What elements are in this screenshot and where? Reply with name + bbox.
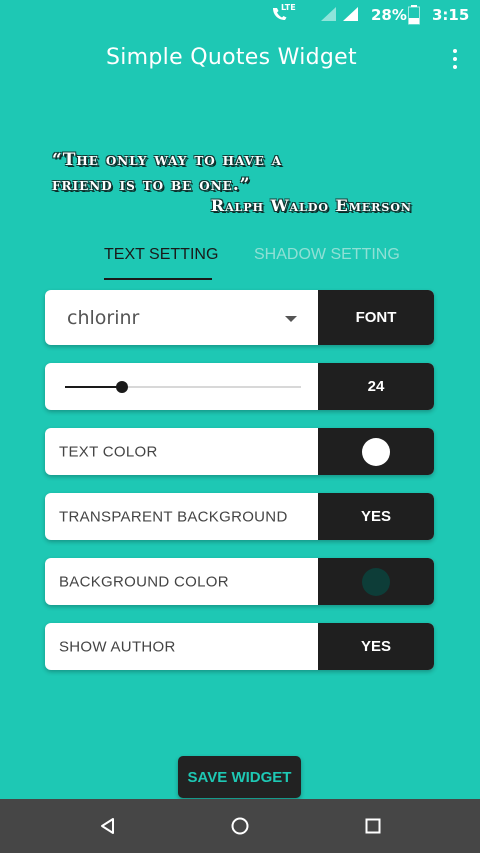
quote-author: Ralph Waldo Emerson [210, 196, 412, 215]
menu-dot [453, 65, 457, 69]
save-widget-button[interactable]: SAVE WIDGET [178, 756, 301, 798]
signal-strength-icon [343, 7, 358, 21]
show-author-label: SHOW AUTHOR [59, 638, 176, 655]
text-color-label: TEXT COLOR [59, 443, 158, 460]
text-color-picker[interactable] [318, 428, 434, 475]
font-dropdown[interactable]: chlorinr [45, 290, 318, 345]
lte-label: LTE [281, 3, 296, 12]
quote-text-line2: friend is to be one.” [52, 175, 251, 195]
show-author-row: SHOW AUTHOR YES [45, 623, 434, 670]
text-color-swatch [362, 437, 390, 466]
transparent-background-toggle[interactable]: YES [318, 493, 434, 540]
size-row: 24 [45, 363, 434, 410]
slider-fill [65, 386, 122, 388]
background-color-swatch [362, 567, 390, 596]
size-slider[interactable] [65, 363, 301, 410]
app-title: Simple Quotes Widget [106, 45, 357, 70]
battery-percent: 28% [371, 6, 407, 24]
transparent-background-row: TRANSPARENT BACKGROUND YES [45, 493, 434, 540]
back-triangle-icon[interactable] [93, 811, 123, 841]
dropdown-caret-icon [285, 316, 297, 322]
background-color-row: BACKGROUND COLOR [45, 558, 434, 605]
quote-preview: “The only way to have a friend is to be … [52, 148, 422, 216]
quote-text-line1: “The only way to have a [52, 150, 283, 170]
font-row: chlorinr FONT [45, 290, 434, 345]
size-value: 24 [318, 363, 434, 410]
battery-icon [408, 5, 420, 25]
tab-text-setting[interactable]: TEXT SETTING [104, 246, 218, 264]
active-tab-indicator [104, 278, 212, 280]
app-bar: Simple Quotes Widget [0, 30, 480, 88]
tab-shadow-setting[interactable]: SHADOW SETTING [254, 246, 400, 264]
text-color-row: TEXT COLOR [45, 428, 434, 475]
menu-dot [453, 49, 457, 53]
menu-dot [453, 57, 457, 61]
font-button[interactable]: FONT [318, 290, 434, 345]
recents-square-icon[interactable] [358, 811, 388, 841]
mobile-signal-icon [321, 7, 336, 21]
more-vert-icon[interactable] [442, 44, 468, 74]
status-bar: LTE 28% 3:15 [0, 0, 480, 30]
show-author-toggle[interactable]: YES [318, 623, 434, 670]
background-color-picker[interactable] [318, 558, 434, 605]
clock: 3:15 [432, 6, 470, 24]
transparent-background-label: TRANSPARENT BACKGROUND [59, 508, 288, 525]
settings-tabs: TEXT SETTING SHADOW SETTING [0, 238, 480, 282]
background-color-label: BACKGROUND COLOR [59, 573, 229, 590]
font-value: chlorinr [67, 306, 140, 329]
slider-thumb[interactable] [116, 381, 128, 393]
system-nav-bar [0, 799, 480, 853]
home-circle-icon[interactable] [225, 811, 255, 841]
